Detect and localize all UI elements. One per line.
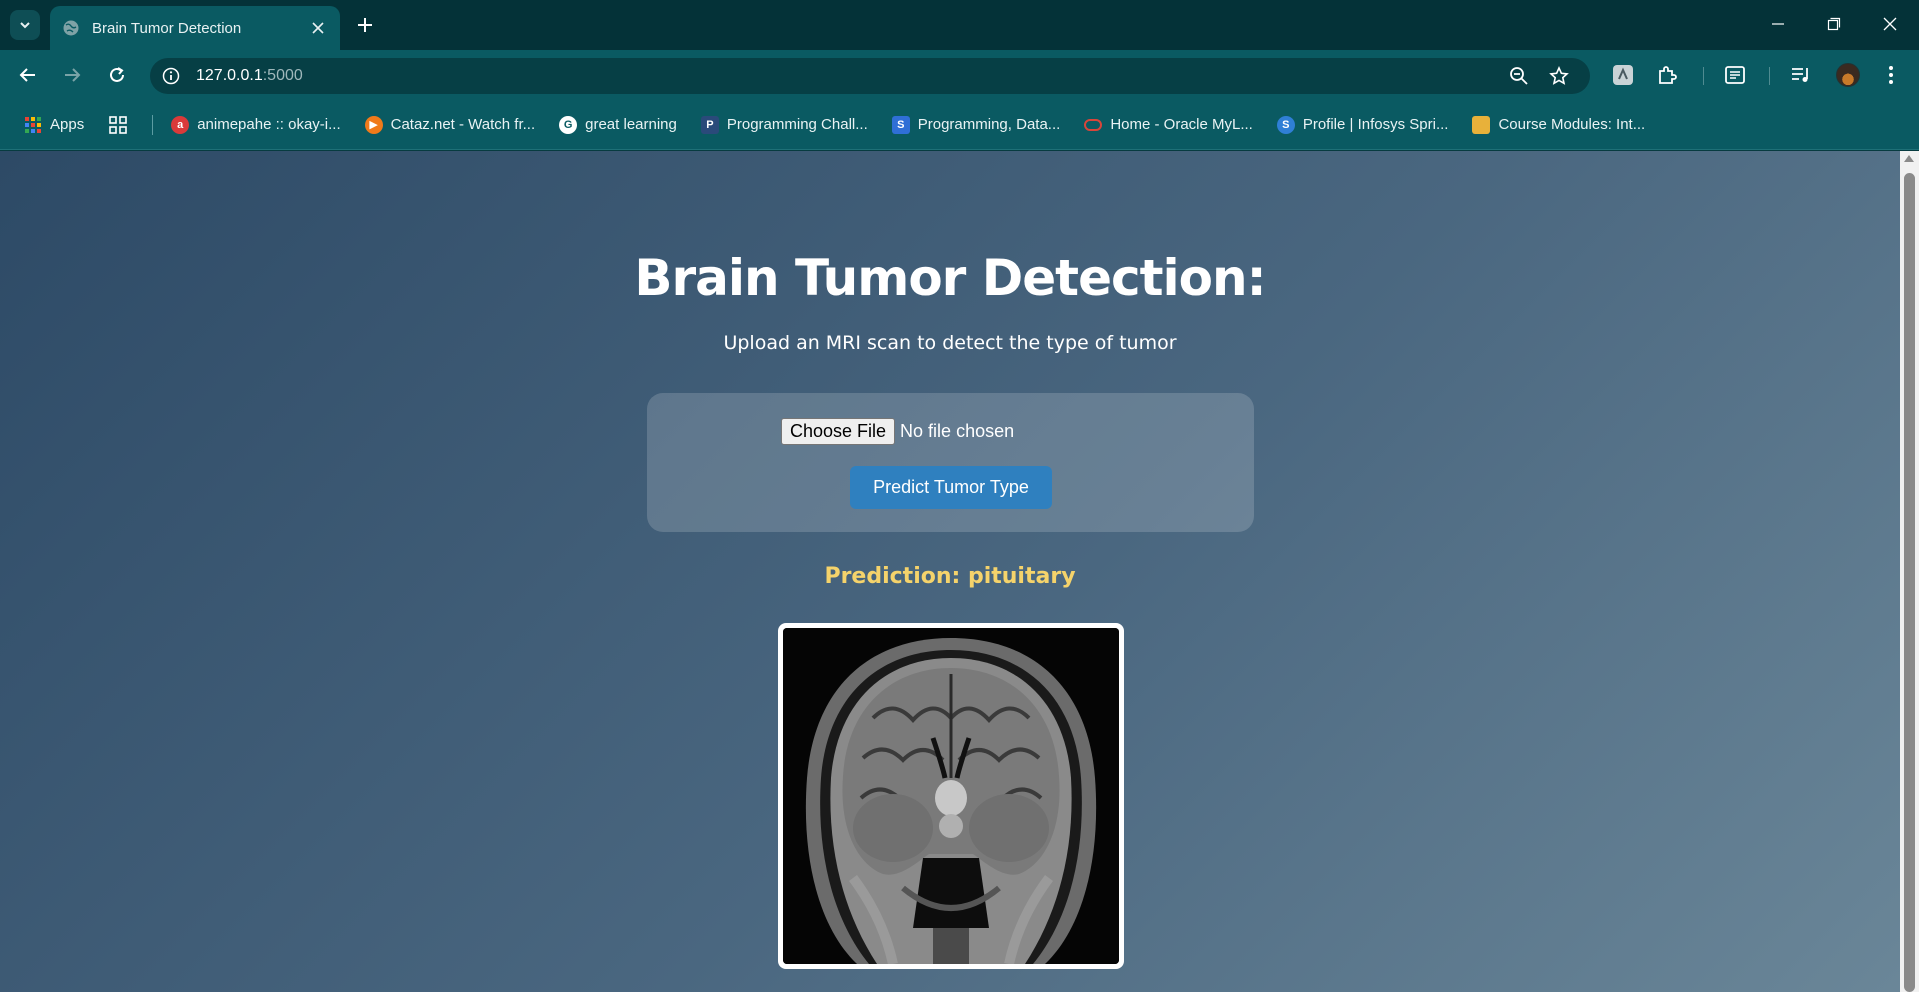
box-favicon: [1472, 115, 1491, 134]
predict-button[interactable]: Predict Tumor Type: [850, 466, 1052, 509]
great-learning-favicon: G: [559, 115, 578, 134]
toolbar-divider: [1703, 67, 1704, 85]
tab-title: Brain Tumor Detection: [92, 19, 242, 37]
title-bar: Brain Tumor Detection: [0, 0, 1919, 50]
infosys-favicon: S: [1276, 115, 1295, 134]
extension-app-icon[interactable]: [1611, 63, 1635, 87]
reload-icon[interactable]: [103, 61, 131, 89]
browser-tab[interactable]: Brain Tumor Detection: [50, 6, 340, 50]
reading-list-icon[interactable]: [1723, 63, 1747, 87]
tab-groups-icon[interactable]: [108, 115, 128, 135]
prediction-result: Prediction: pituitary: [824, 564, 1076, 589]
browser-toolbar: 127.0.0.1:5000: [0, 50, 1919, 100]
restore-icon[interactable]: [1814, 8, 1854, 40]
mri-scan-image: [783, 628, 1119, 964]
page-subtitle: Upload an MRI scan to detect the type of…: [723, 332, 1177, 354]
minimize-icon[interactable]: [1758, 8, 1798, 40]
forward-icon[interactable]: [58, 61, 86, 89]
profile-avatar[interactable]: [1836, 63, 1860, 87]
bookmark-animepahe[interactable]: a animepahe :: okay-i...: [171, 115, 341, 134]
globe-icon: [62, 19, 80, 37]
address-bar[interactable]: 127.0.0.1:5000: [150, 58, 1590, 94]
mri-image-frame: [778, 623, 1124, 969]
star-icon[interactable]: [1548, 65, 1570, 87]
file-input[interactable]: Choose File No file chosen: [781, 418, 1014, 445]
choose-file-button[interactable]: Choose File: [781, 418, 896, 445]
toolbar-divider: [1769, 67, 1770, 85]
bookmark-apps[interactable]: Apps: [24, 116, 84, 134]
page-scrollbar[interactable]: [1900, 151, 1919, 992]
bookmark-programming-challenges[interactable]: P Programming Chall...: [700, 115, 868, 134]
upload-form: Choose File No file chosen Predict Tumor…: [647, 393, 1254, 532]
page-viewport: Brain Tumor Detection: Upload an MRI sca…: [0, 151, 1900, 992]
bookmark-programming-data[interactable]: S Programming, Data...: [891, 115, 1060, 134]
url-text[interactable]: 127.0.0.1:5000: [196, 67, 303, 85]
zoom-out-icon[interactable]: [1508, 65, 1530, 87]
bookmark-label: Apps: [50, 116, 85, 133]
close-icon[interactable]: [308, 18, 328, 38]
bookmark-oracle[interactable]: Home - Oracle MyL...: [1084, 116, 1253, 133]
tab-search-icon[interactable]: [10, 10, 40, 40]
bookmark-cataz[interactable]: ▶ Cataz.net - Watch fr...: [364, 115, 535, 134]
scroll-up-icon[interactable]: [1904, 155, 1914, 162]
file-status: No file chosen: [900, 421, 1015, 441]
plus-icon[interactable]: [352, 12, 378, 38]
media-icon[interactable]: [1789, 63, 1813, 87]
programming-challenges-favicon: P: [700, 115, 719, 134]
programming-data-favicon: S: [891, 115, 910, 134]
bookmark-course-modules[interactable]: Course Modules: Int...: [1472, 115, 1645, 134]
bookmarks-bar: Apps a animepahe :: okay-i... ▶ Cataz.ne…: [0, 100, 1919, 150]
scroll-thumb[interactable]: [1904, 173, 1915, 992]
page-title: Brain Tumor Detection:: [634, 249, 1266, 307]
play-favicon: ▶: [364, 115, 383, 134]
bookmarks-divider: [152, 114, 154, 135]
oracle-favicon: [1084, 118, 1103, 131]
bookmark-infosys[interactable]: S Profile | Infosys Spri...: [1276, 115, 1448, 134]
close-window-icon[interactable]: [1870, 8, 1910, 40]
back-icon[interactable]: [14, 61, 42, 89]
extension-puzzle-icon[interactable]: [1655, 63, 1679, 87]
info-icon[interactable]: [160, 65, 182, 87]
apps-grid-icon: [24, 116, 42, 134]
animepahe-favicon: a: [171, 115, 190, 134]
menu-dots-icon[interactable]: [1879, 63, 1903, 87]
bookmark-great-learning[interactable]: G great learning: [559, 115, 677, 134]
